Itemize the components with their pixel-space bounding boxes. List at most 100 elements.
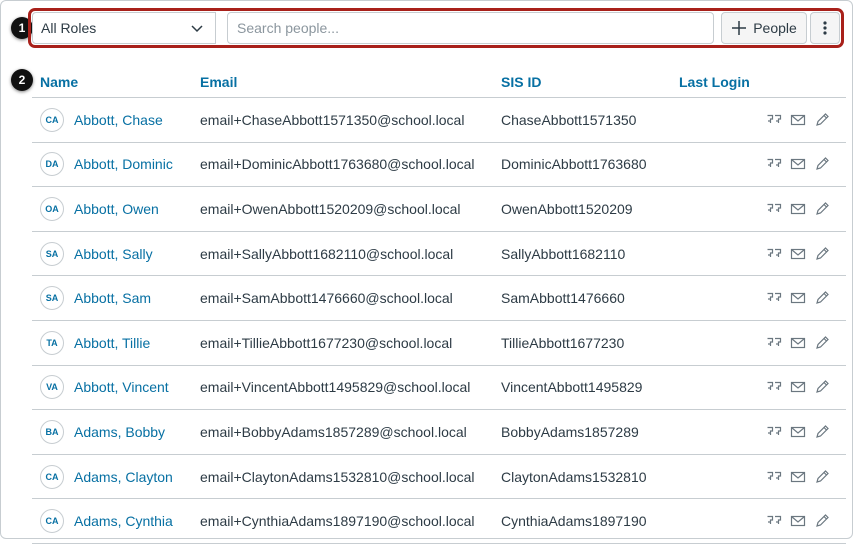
edit-pencil-icon[interactable] (814, 156, 830, 172)
edit-pencil-icon[interactable] (814, 513, 830, 529)
user-name-link[interactable]: Adams, Clayton (74, 469, 173, 485)
edit-pencil-icon[interactable] (814, 201, 830, 217)
user-group-icon[interactable] (766, 201, 782, 217)
sis-id-cell: SallyAbbott1682110 (501, 245, 626, 262)
user-name-link[interactable]: Abbott, Sam (74, 290, 151, 306)
user-group-icon[interactable] (766, 513, 782, 529)
edit-pencil-icon[interactable] (814, 335, 830, 351)
email-cell: email+DominicAbbott1763680@school.local (200, 156, 475, 173)
row-actions (759, 335, 846, 351)
avatar[interactable]: TA (40, 330, 64, 355)
mail-icon[interactable] (790, 201, 806, 217)
user-group-icon[interactable] (766, 112, 782, 128)
row-actions (759, 469, 846, 485)
name-cell: CA Abbott, Chase (32, 107, 200, 132)
row-actions (759, 201, 846, 217)
header-sis-id[interactable]: SIS ID (501, 74, 679, 90)
user-group-icon[interactable] (766, 469, 782, 485)
email-cell: email+CynthiaAdams1897190@school.local (200, 513, 475, 530)
table-row: OA Abbott, Owen email+OwenAbbott1520209@… (32, 187, 846, 232)
email-cell: email+TillieAbbott1677230@school.local (200, 334, 453, 351)
user-name-link[interactable]: Abbott, Dominic (74, 156, 173, 172)
sis-id-cell: OwenAbbott1520209 (501, 200, 633, 217)
more-options-button[interactable] (810, 12, 840, 44)
avatar[interactable]: OA (40, 196, 64, 221)
edit-pencil-icon[interactable] (814, 469, 830, 485)
name-cell: VA Abbott, Vincent (32, 375, 200, 400)
table-body: CA Abbott, Chase email+ChaseAbbott157135… (32, 98, 846, 544)
mail-icon[interactable] (790, 513, 806, 529)
edit-pencil-icon[interactable] (814, 424, 830, 440)
table-row: TA Abbott, Tillie email+TillieAbbott1677… (32, 321, 846, 366)
sis-id-cell: DominicAbbott1763680 (501, 156, 647, 173)
mail-icon[interactable] (790, 335, 806, 351)
user-group-icon[interactable] (766, 335, 782, 351)
header-email[interactable]: Email (200, 74, 501, 90)
user-group-icon[interactable] (766, 290, 782, 306)
avatar[interactable]: BA (40, 419, 64, 444)
header-last-login[interactable]: Last Login (679, 74, 759, 90)
row-actions (759, 424, 846, 440)
user-name-link[interactable]: Adams, Bobby (74, 424, 165, 440)
avatar[interactable]: CA (40, 509, 64, 534)
table-row: SA Abbott, Sam email+SamAbbott1476660@sc… (32, 276, 846, 321)
name-cell: TA Abbott, Tillie (32, 330, 200, 355)
mail-icon[interactable] (790, 290, 806, 306)
row-actions (759, 112, 846, 128)
avatar[interactable]: CA (40, 464, 64, 489)
table-row: VA Abbott, Vincent email+VincentAbbott14… (32, 366, 846, 411)
header-name[interactable]: Name (32, 74, 200, 90)
search-people-input[interactable] (227, 12, 714, 44)
table-row: CA Adams, Cynthia email+CynthiaAdams1897… (32, 499, 846, 544)
table-row: SA Abbott, Sally email+SallyAbbott168211… (32, 232, 846, 277)
sis-id-cell: TillieAbbott1677230 (501, 334, 625, 351)
user-group-icon[interactable] (766, 424, 782, 440)
edit-pencil-icon[interactable] (814, 246, 830, 262)
user-name-link[interactable]: Abbott, Owen (74, 201, 159, 217)
user-group-icon[interactable] (766, 379, 782, 395)
name-cell: SA Abbott, Sally (32, 241, 200, 266)
user-group-icon[interactable] (766, 246, 782, 262)
add-people-label: People (753, 20, 797, 36)
avatar[interactable]: SA (40, 241, 64, 266)
sis-id-cell: CynthiaAdams1897190 (501, 513, 647, 530)
email-cell: email+SamAbbott1476660@school.local (200, 290, 453, 307)
edit-pencil-icon[interactable] (814, 379, 830, 395)
mail-icon[interactable] (790, 246, 806, 262)
chevron-down-icon (189, 20, 205, 36)
email-cell: email+VincentAbbott1495829@school.local (200, 379, 471, 396)
avatar[interactable]: SA (40, 286, 64, 311)
avatar[interactable]: CA (40, 107, 64, 132)
avatar[interactable]: VA (40, 375, 64, 400)
edit-pencil-icon[interactable] (814, 112, 830, 128)
add-people-button[interactable]: People (721, 12, 807, 44)
mail-icon[interactable] (790, 469, 806, 485)
table-header: Name Email SIS ID Last Login (32, 67, 846, 98)
role-filter-value: All Roles (41, 20, 97, 36)
name-cell: BA Adams, Bobby (32, 419, 200, 444)
table-row: CA Abbott, Chase email+ChaseAbbott157135… (32, 98, 846, 143)
table-row: BA Adams, Bobby email+BobbyAdams1857289@… (32, 410, 846, 455)
user-group-icon[interactable] (766, 156, 782, 172)
sis-id-cell: ChaseAbbott1571350 (501, 111, 637, 128)
role-filter-select[interactable]: All Roles (32, 12, 216, 44)
email-cell: email+SallyAbbott1682110@school.local (200, 245, 454, 262)
user-name-link[interactable]: Abbott, Tillie (74, 335, 150, 351)
mail-icon[interactable] (790, 424, 806, 440)
user-name-link[interactable]: Adams, Cynthia (74, 513, 173, 529)
mail-icon[interactable] (790, 379, 806, 395)
edit-pencil-icon[interactable] (814, 290, 830, 306)
user-name-link[interactable]: Abbott, Chase (74, 112, 163, 128)
email-cell: email+OwenAbbott1520209@school.local (200, 200, 461, 217)
user-name-link[interactable]: Abbott, Sally (74, 246, 153, 262)
name-cell: OA Abbott, Owen (32, 196, 200, 221)
mail-icon[interactable] (790, 112, 806, 128)
user-name-link[interactable]: Abbott, Vincent (74, 379, 169, 395)
avatar[interactable]: DA (40, 152, 64, 177)
mail-icon[interactable] (790, 156, 806, 172)
table-row: DA Abbott, Dominic email+DominicAbbott17… (32, 143, 846, 188)
plus-icon (731, 20, 747, 36)
table-row: CA Adams, Clayton email+ClaytonAdams1532… (32, 455, 846, 500)
callout-badge-2: 2 (11, 69, 33, 91)
email-cell: email+BobbyAdams1857289@school.local (200, 423, 467, 440)
